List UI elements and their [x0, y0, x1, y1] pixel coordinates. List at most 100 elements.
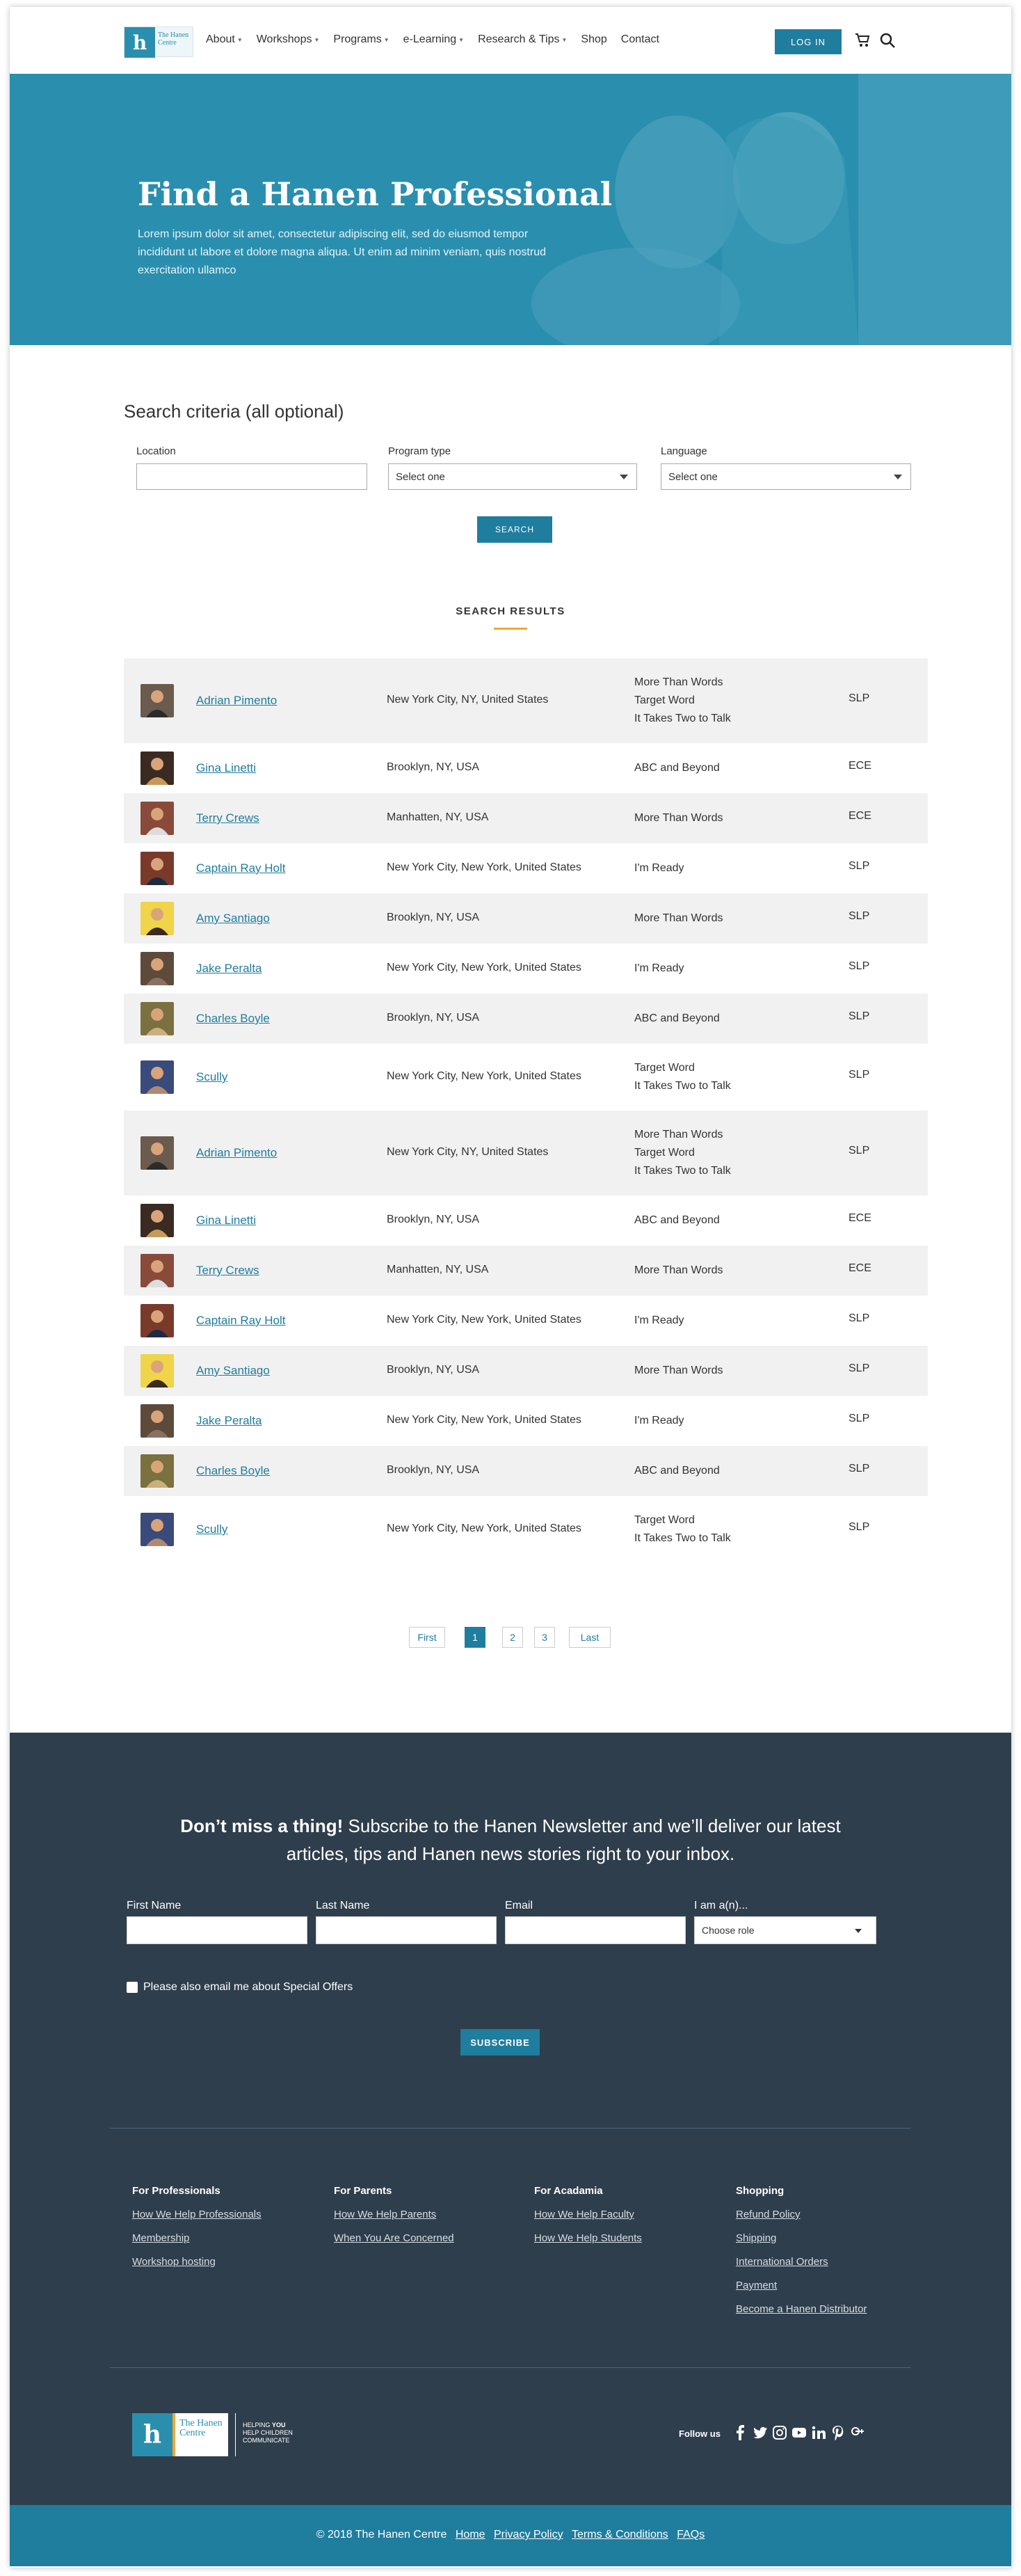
professional-name-link[interactable]: Gina Linetti: [196, 1214, 256, 1227]
professional-name-link[interactable]: Jake Peralta: [196, 962, 262, 976]
footer-link[interactable]: International Orders: [736, 2256, 828, 2268]
nav-item-1[interactable]: Workshops ▼: [257, 33, 320, 46]
logo-mark-icon: h: [124, 27, 155, 58]
search-icon[interactable]: [879, 32, 896, 49]
nav-item-label: About: [206, 33, 235, 45]
chevron-down-icon: ▼: [561, 36, 568, 43]
nav-item-5[interactable]: Shop: [581, 33, 606, 46]
footer-link[interactable]: When You Are Concerned: [334, 2232, 454, 2244]
footer-link[interactable]: How We Help Faculty: [534, 2209, 634, 2220]
professional-location: Manhatten, NY, USA: [387, 811, 489, 823]
footer-link-faqs[interactable]: FAQs: [677, 2529, 705, 2541]
email-field[interactable]: [505, 1916, 686, 1944]
professional-programs: More Than Words: [634, 909, 723, 928]
youtube-icon[interactable]: [791, 2425, 807, 2440]
last-name-label: Last Name: [316, 1900, 370, 1911]
pagination-page-3[interactable]: 3: [534, 1627, 555, 1648]
professional-location: New York City, NY, United States: [387, 694, 549, 706]
nav-item-3[interactable]: e-Learning ▼: [403, 33, 464, 46]
professional-name-link[interactable]: Scully: [196, 1522, 227, 1536]
footer-link[interactable]: Payment: [736, 2280, 777, 2291]
site-logo[interactable]: h The Hanen Centre: [124, 26, 193, 58]
linkedin-icon[interactable]: [811, 2425, 826, 2440]
program-name: I'm Ready: [634, 962, 684, 974]
hero-title: Find a Hanen Professional: [138, 175, 613, 213]
email-label: Email: [505, 1900, 533, 1911]
professional-name-link[interactable]: Charles Boyle: [196, 1012, 270, 1026]
program-type-select[interactable]: Select one: [388, 463, 637, 490]
professional-role: ECE: [849, 1262, 871, 1274]
avatar: [140, 852, 174, 885]
footer-link[interactable]: Membership: [132, 2232, 190, 2244]
pinterest-icon[interactable]: [830, 2425, 846, 2440]
professional-name-link[interactable]: Charles Boyle: [196, 1464, 270, 1478]
professional-programs: More Than Words: [634, 809, 723, 827]
newsletter-title: Don’t miss a thing! Subscribe to the Han…: [163, 1812, 858, 1868]
nav-item-6[interactable]: Contact: [621, 33, 659, 46]
professional-name-link[interactable]: Jake Peralta: [196, 1414, 262, 1428]
location-input[interactable]: [136, 463, 367, 490]
footer-link-home[interactable]: Home: [456, 2529, 485, 2541]
footer-divider: [110, 2367, 911, 2368]
program-name: I'm Ready: [634, 862, 684, 874]
footer-link[interactable]: Shipping: [736, 2232, 776, 2244]
heading-underline: [494, 628, 527, 630]
table-row: Charles Boyle Brooklyn, NY, USA ABC and Be…: [124, 1446, 928, 1496]
instagram-icon[interactable]: [772, 2425, 787, 2440]
professional-role: ECE: [849, 1212, 871, 1224]
footer-link[interactable]: Workshop hosting: [132, 2256, 216, 2268]
role-select[interactable]: Choose role: [694, 1916, 876, 1944]
hero-description: Lorem ipsum dolor sit amet, consectetur …: [138, 228, 546, 276]
google-plus-icon[interactable]: [850, 2425, 865, 2440]
nav-item-label: e-Learning: [403, 33, 457, 45]
search-button[interactable]: SEARCH: [477, 516, 552, 543]
footer-link[interactable]: Refund Policy: [736, 2209, 801, 2220]
copyright-line: © 2018 The Hanen Centre Home Privacy Pol…: [10, 2529, 1011, 2541]
pagination-last[interactable]: Last: [569, 1627, 611, 1648]
pagination-page-2[interactable]: 2: [502, 1627, 523, 1648]
pagination-page-1[interactable]: 1: [465, 1627, 485, 1648]
login-button[interactable]: LOG IN: [775, 29, 842, 54]
avatar: [140, 902, 174, 935]
professional-role: SLP: [849, 1521, 870, 1533]
professional-name-link[interactable]: Scully: [196, 1070, 227, 1084]
facebook-icon[interactable]: [733, 2425, 748, 2440]
professional-name-link[interactable]: Amy Santiago: [196, 912, 270, 925]
professional-name-link[interactable]: Terry Crews: [196, 1264, 259, 1278]
program-name: Target Word: [634, 1514, 695, 1526]
footer-link[interactable]: Become a Hanen Distributor: [736, 2303, 867, 2315]
professional-name-link[interactable]: Amy Santiago: [196, 1364, 270, 1378]
footer-logo[interactable]: h The Hanen Centre HELPING YOU HELP CHIL…: [132, 2413, 295, 2456]
footer-link[interactable]: How We Help Professionals: [132, 2209, 262, 2220]
footer-link-terms[interactable]: Terms & Conditions: [572, 2529, 668, 2541]
footer-link[interactable]: How We Help Students: [534, 2232, 642, 2244]
professional-role: SLP: [849, 1312, 870, 1324]
first-name-field[interactable]: [127, 1916, 307, 1944]
professional-programs: ABC and Beyond: [634, 1462, 720, 1480]
professional-name-link[interactable]: Captain Ray Holt: [196, 1314, 286, 1328]
subscribe-button[interactable]: SUBSCRIBE: [460, 2029, 540, 2056]
twitter-icon[interactable]: [753, 2425, 768, 2440]
professional-programs: I'm Ready: [634, 1412, 684, 1430]
nav-item-0[interactable]: About ▼: [206, 33, 243, 46]
footer-link-privacy[interactable]: Privacy Policy: [494, 2529, 563, 2541]
cart-icon[interactable]: [854, 32, 871, 49]
professional-programs: ABC and Beyond: [634, 1211, 720, 1230]
professional-name-link[interactable]: Adrian Pimento: [196, 1146, 277, 1160]
nav-item-4[interactable]: Research & Tips ▼: [478, 33, 567, 46]
avatar: [140, 752, 174, 785]
program-name: More Than Words: [634, 812, 723, 824]
professional-name-link[interactable]: Adrian Pimento: [196, 694, 277, 708]
last-name-field[interactable]: [316, 1916, 497, 1944]
professional-name-link[interactable]: Gina Linetti: [196, 761, 256, 775]
avatar: [140, 1513, 174, 1546]
special-offers-checkbox[interactable]: [127, 1982, 138, 1993]
pagination-first[interactable]: First: [409, 1627, 445, 1648]
professional-name-link[interactable]: Captain Ray Holt: [196, 861, 286, 875]
professional-role: SLP: [849, 960, 870, 972]
professional-programs: More Than Words Target Word It Takes Two t…: [634, 1126, 731, 1180]
nav-item-2[interactable]: Programs ▼: [333, 33, 389, 46]
language-select[interactable]: Select one: [661, 463, 911, 490]
footer-link[interactable]: How We Help Parents: [334, 2209, 436, 2220]
professional-name-link[interactable]: Terry Crews: [196, 811, 259, 825]
